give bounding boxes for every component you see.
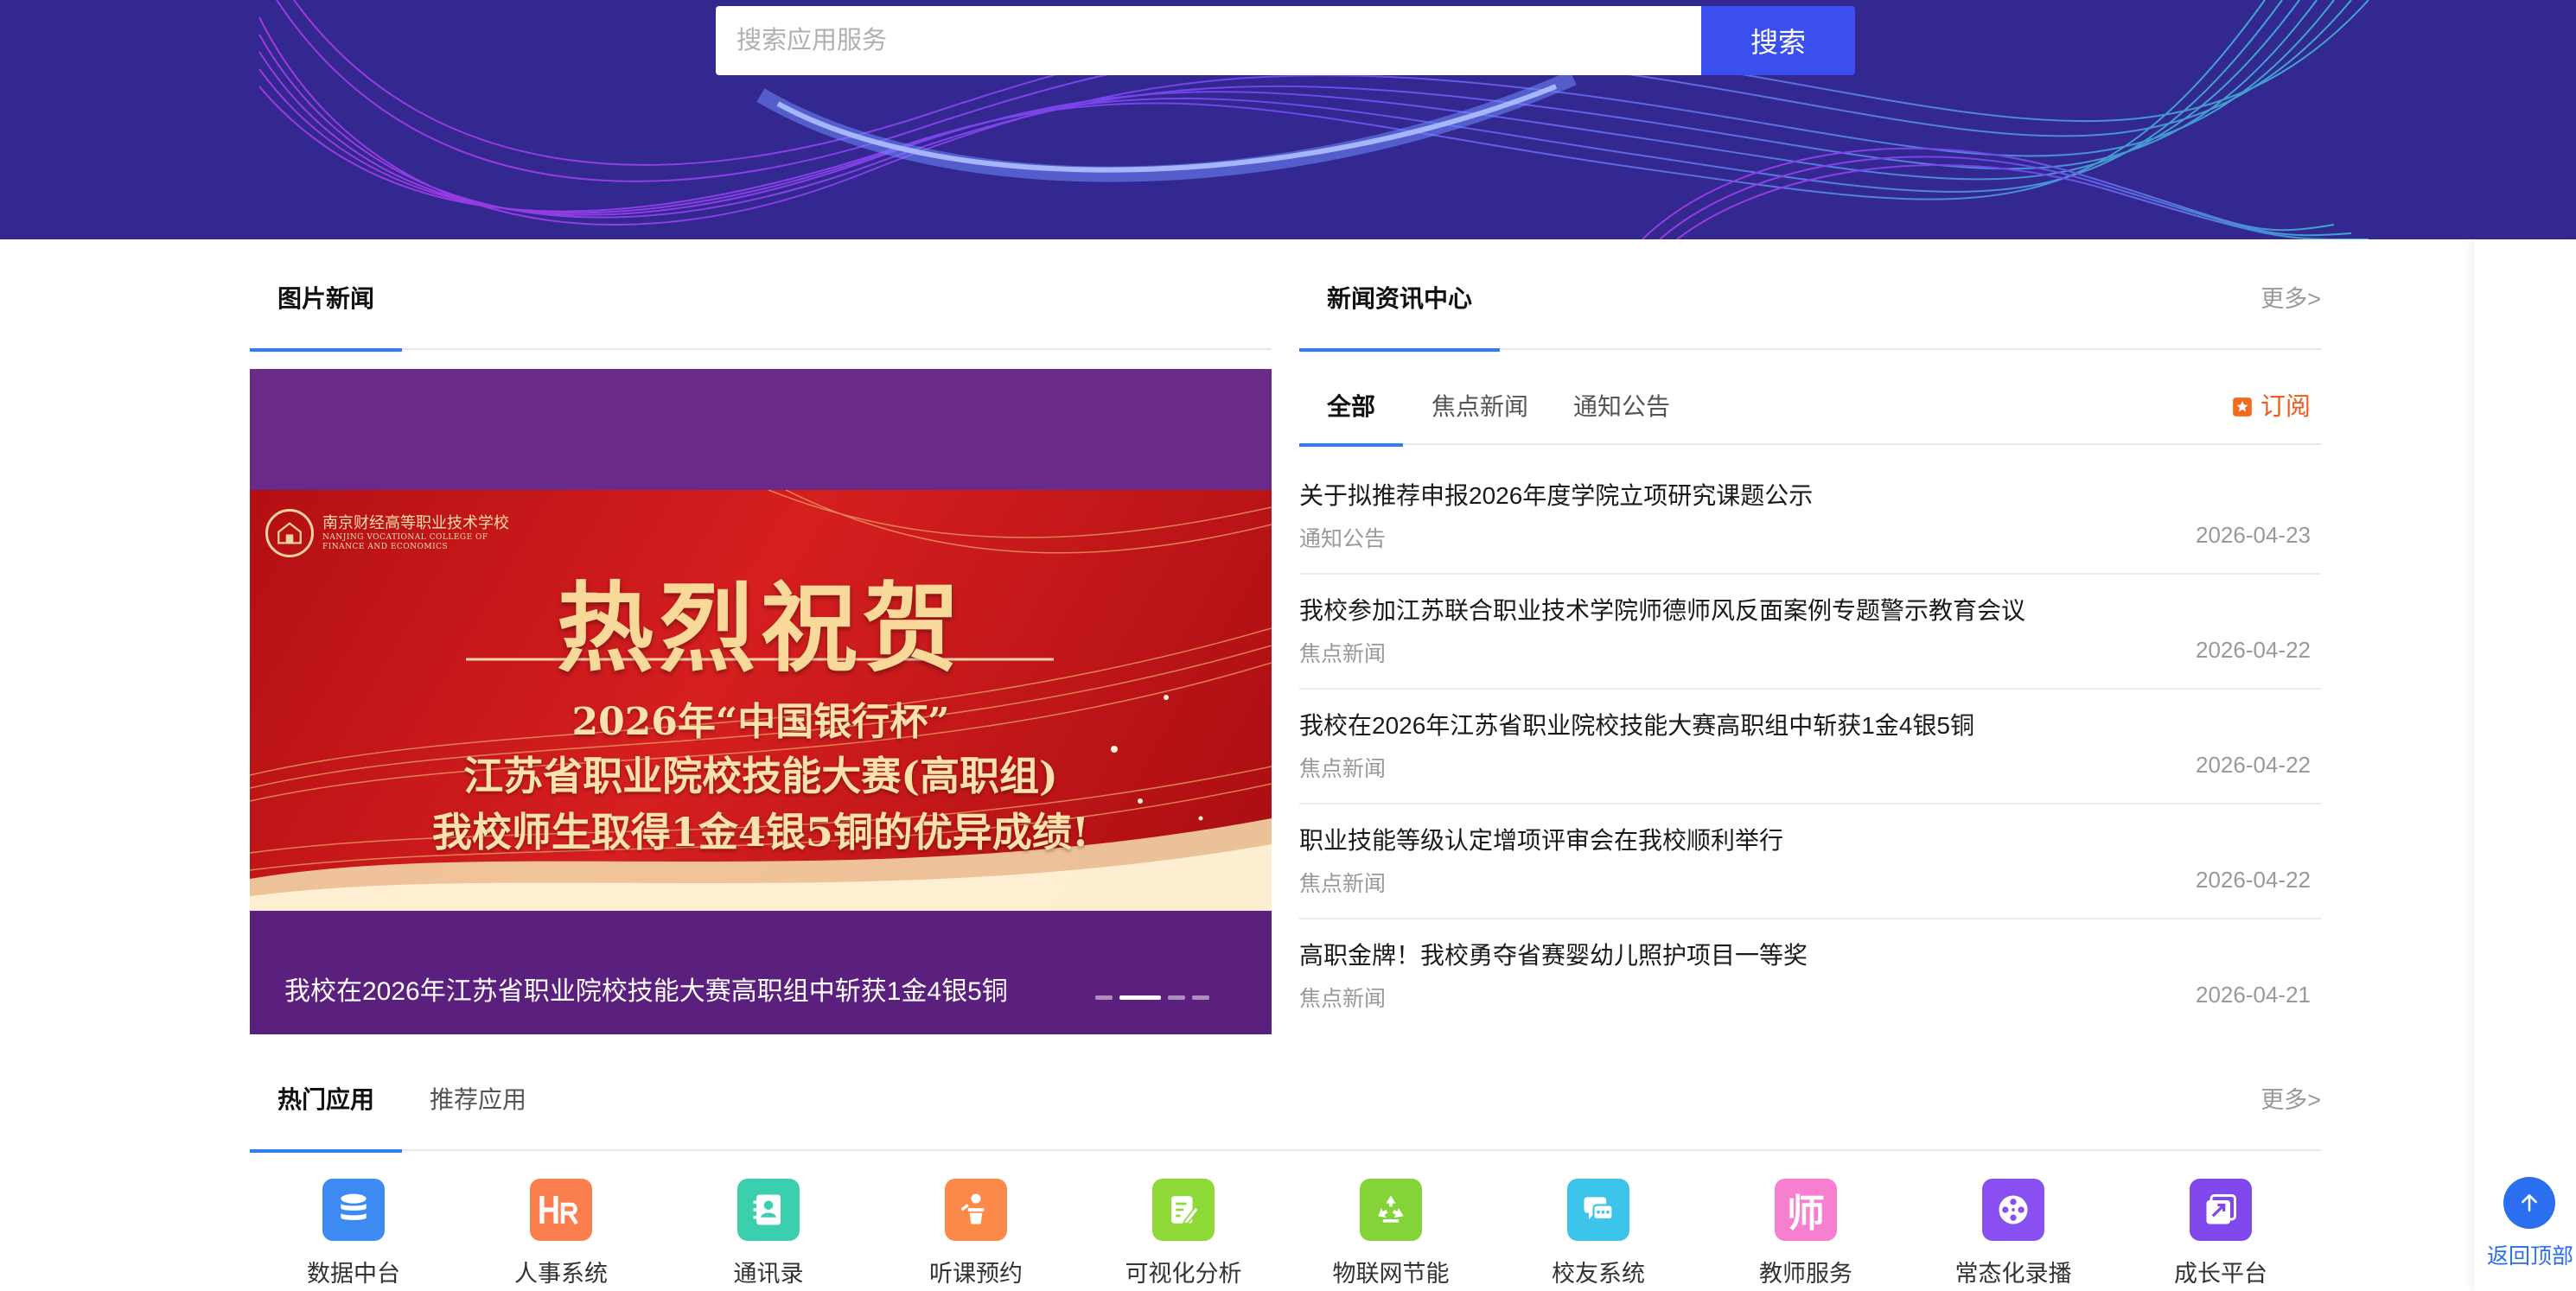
apps-header: 热门应用 推荐应用 更多> (250, 1049, 2321, 1153)
portal-page: 搜索 图片新闻 新闻资讯中心 更多> (0, 0, 2576, 1291)
film-reel-icon[interactable] (1982, 1179, 2044, 1241)
app-name: 成长平台 (2174, 1261, 2267, 1287)
news-list: 关于拟推荐申报2026年度学院立项研究课题公示 通知公告 2026-04-23 … (1299, 460, 2321, 1034)
news-sub-tabs: 全部 焦点新闻 通知公告 订阅 (1299, 369, 2321, 447)
news-date: 2026-04-22 (2196, 637, 2311, 663)
app-name: 数据中台 (307, 1261, 400, 1287)
tab-recommended-apps[interactable]: 推荐应用 (402, 1049, 554, 1151)
app-recording-broadcast[interactable]: 常态化录播 (1910, 1179, 2117, 1288)
app-name: 校友系统 (1552, 1261, 1645, 1287)
carousel-indicators (1095, 995, 1209, 1000)
picture-news-carousel[interactable]: 南京财经高等职业技术学校 NANJING VOCATIONAL COLLEGE … (250, 369, 1272, 1034)
school-name: 南京财经高等职业技术学校 NANJING VOCATIONAL COLLEGE … (322, 514, 509, 551)
app-name: 通讯录 (733, 1261, 804, 1287)
slide-line-2: 江苏省职业院校技能大赛(高职组) (463, 753, 1058, 799)
search-input[interactable] (716, 6, 1701, 75)
news-title[interactable]: 我校参加江苏联合职业技术学院师德师风反面案例专题警示教育会议 (1299, 592, 2025, 626)
app-hr-system[interactable]: 人事系统 (457, 1179, 665, 1288)
news-title[interactable]: 我校在2026年江苏省职业院校技能大赛高职组中斩获1金4银5铜 (1299, 707, 1974, 741)
app-name: 听课预约 (929, 1261, 1023, 1287)
contacts-icon[interactable] (737, 1179, 800, 1241)
news-date: 2026-04-21 (2196, 982, 2311, 1008)
bookmark-star-icon (2233, 397, 2252, 417)
subscribe-button[interactable]: 订阅 (2231, 369, 2311, 445)
chat-icon[interactable] (1567, 1179, 1629, 1241)
app-name: 物联网节能 (1332, 1261, 1450, 1287)
news-more-link[interactable]: 更多> (2260, 248, 2321, 350)
app-name: 常态化录播 (1954, 1261, 2072, 1287)
news-title[interactable]: 关于拟推荐申报2026年度学院立项研究课题公示 (1299, 477, 1813, 512)
app-iot-energy[interactable]: 物联网节能 (1287, 1179, 1495, 1288)
right-rail (2474, 239, 2576, 1291)
list-item[interactable]: 我校参加江苏联合职业技术学院师德师风反面案例专题警示教育会议 焦点新闻 2026… (1299, 575, 2321, 690)
tab-news-center[interactable]: 新闻资讯中心 (1299, 248, 1500, 352)
list-item[interactable]: 高职金牌！我校勇夺省赛婴幼儿照护项目一等奖 焦点新闻 2026-04-21 (1299, 919, 2321, 1034)
slide-line-3: 我校师生取得1金4银5铜的优异成绩! (431, 809, 1090, 855)
app-lecture-booking[interactable]: 听课预约 (872, 1179, 1080, 1288)
app-visual-analysis[interactable]: 可视化分析 (1080, 1179, 1287, 1288)
teacher-glyph: 师 (1787, 1192, 1825, 1236)
carousel-dot[interactable] (1192, 995, 1209, 1000)
app-alumni-system[interactable]: 校友系统 (1495, 1179, 1702, 1288)
recycle-icon[interactable] (1360, 1179, 1422, 1241)
news-date: 2026-04-23 (2196, 522, 2311, 548)
lecture-icon[interactable] (945, 1179, 1007, 1241)
app-name: 教师服务 (1759, 1261, 1852, 1287)
news-category: 通知公告 (1299, 527, 1387, 551)
app-data-center[interactable]: 数据中台 (250, 1179, 457, 1288)
carousel-caption[interactable]: 我校在2026年江苏省职业院校技能大赛高职组中斩获1金4银5铜 (284, 970, 1008, 1008)
arrow-up-icon (2522, 1194, 2537, 1212)
sub-tab-all[interactable]: 全部 (1299, 369, 1403, 447)
tab-picture-news[interactable]: 图片新闻 (250, 248, 402, 352)
search-icon (717, 8, 740, 30)
picture-news-header: 图片新闻 (250, 248, 1272, 352)
app-name: 人事系统 (514, 1261, 608, 1287)
growth-icon[interactable] (2190, 1179, 2252, 1241)
search-button[interactable]: 搜索 (717, 6, 1855, 75)
app-contacts[interactable]: 通讯录 (665, 1179, 872, 1288)
app-growth-platform[interactable]: 成长平台 (2117, 1179, 2324, 1288)
carousel-dot[interactable] (1095, 995, 1113, 1000)
back-to-top-label[interactable]: 返回顶部 (2483, 1239, 2576, 1270)
slide-headline: 热烈祝贺 (557, 572, 965, 685)
news-title[interactable]: 高职金牌！我校勇夺省赛婴幼儿照护项目一等奖 (1299, 937, 1808, 971)
news-title[interactable]: 职业技能等级认定增项评审会在我校顺利举行 (1299, 822, 1783, 856)
header-banner: 搜索 (0, 0, 2576, 239)
teacher-icon[interactable]: 师 (1775, 1179, 1837, 1241)
news-category: 焦点新闻 (1299, 642, 1387, 666)
sub-tab-notices[interactable]: 通知公告 (1557, 369, 1687, 445)
carousel-slide[interactable]: 南京财经高等职业技术学校 NANJING VOCATIONAL COLLEGE … (250, 490, 1272, 911)
list-item[interactable]: 职业技能等级认定增项评审会在我校顺利举行 焦点新闻 2026-04-22 (1299, 804, 2321, 919)
carousel-dot[interactable] (1119, 995, 1161, 1000)
sub-tab-focus-news[interactable]: 焦点新闻 (1415, 369, 1545, 445)
back-to-top-button[interactable] (2503, 1177, 2555, 1229)
database-icon[interactable] (322, 1179, 385, 1241)
news-category: 焦点新闻 (1299, 987, 1387, 1011)
list-item[interactable]: 我校在2026年江苏省职业院校技能大赛高职组中斩获1金4银5铜 焦点新闻 202… (1299, 690, 2321, 804)
app-teacher-service[interactable]: 师 教师服务 (1702, 1179, 1910, 1288)
news-category: 焦点新闻 (1299, 757, 1387, 781)
news-date: 2026-04-22 (2196, 867, 2311, 893)
app-name: 可视化分析 (1125, 1261, 1242, 1287)
apps-more-link[interactable]: 更多> (2260, 1049, 2321, 1151)
apps-grid: 数据中台 人事系统 通讯录 听课预约 可视化分析 物联网节能 校友系统 师 教师… (250, 1179, 2321, 1291)
hr-icon[interactable] (530, 1179, 592, 1241)
list-item[interactable]: 关于拟推荐申报2026年度学院立项研究课题公示 通知公告 2026-04-23 (1299, 460, 2321, 575)
tab-hot-apps[interactable]: 热门应用 (250, 1049, 402, 1153)
search-button-label: 搜索 (1750, 27, 1806, 58)
edit-chart-icon[interactable] (1152, 1179, 1215, 1241)
carousel-caption-bar: 我校在2026年江苏省职业院校技能大赛高职组中斩获1金4银5铜 (250, 911, 1272, 1034)
carousel-dot[interactable] (1168, 995, 1185, 1000)
search-bar: 搜索 (716, 6, 1855, 75)
news-date: 2026-04-22 (2196, 752, 2311, 778)
news-center-header: 新闻资讯中心 更多> (1299, 248, 2321, 352)
slide-line-1: 2026年“中国银行杯” (571, 700, 950, 744)
news-category: 焦点新闻 (1299, 872, 1387, 896)
